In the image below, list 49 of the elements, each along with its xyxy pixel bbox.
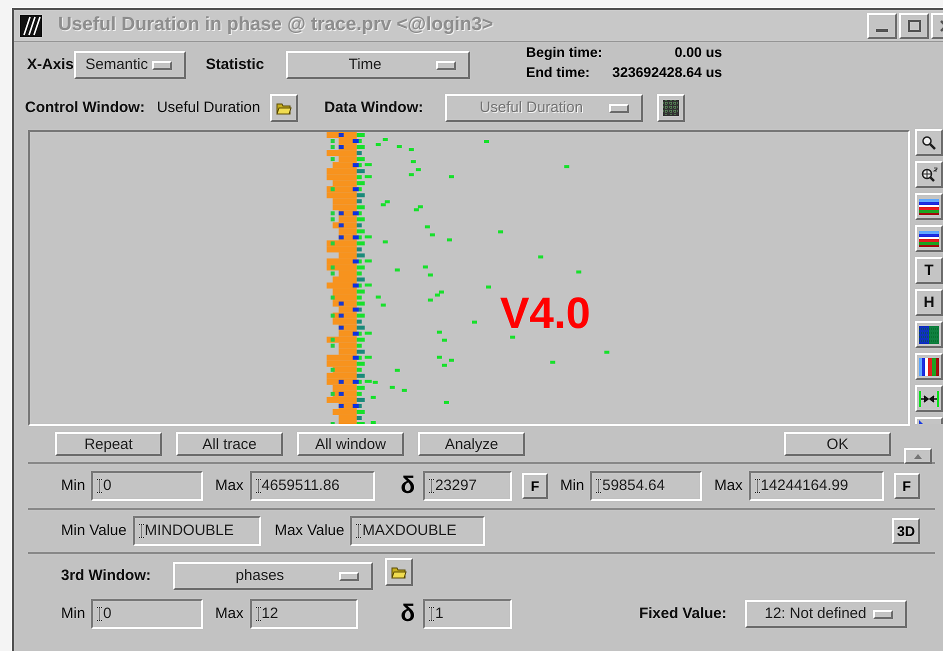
fixed-value-label: Fixed Value: — [639, 604, 727, 624]
data-window-label: Data Window: — [324, 98, 424, 118]
min-label: Min — [61, 604, 86, 624]
delta-field[interactable]: 1 — [423, 599, 512, 629]
x-axis-dropdown[interactable]: Semantic — [74, 51, 186, 79]
x-axis-label: X-Axis — [27, 54, 74, 75]
f-button[interactable]: F — [522, 473, 548, 499]
toolbar-button[interactable]: T — [915, 257, 943, 284]
fixed-value-dropdown[interactable]: 12: Not defined — [744, 600, 907, 628]
action-button[interactable]: Repeat — [55, 432, 162, 456]
max-field[interactable]: 4659511.86 — [250, 471, 375, 501]
min-field[interactable]: 0 — [91, 599, 204, 629]
min-label: Min — [61, 476, 86, 496]
begin-time-label: Begin time: — [526, 43, 602, 62]
window-title: Useful Duration in phase @ trace.prv <@login3> — [58, 13, 494, 38]
third-window-label: 3rd Window: — [61, 566, 151, 586]
max-field[interactable]: 12 — [250, 599, 358, 629]
statistic-label: Statistic — [206, 54, 264, 75]
control-window-value: Useful Duration — [156, 98, 260, 118]
version-overlay: V4.0 — [500, 292, 591, 336]
delta-label: δ — [400, 602, 416, 626]
control-window-label: Control Window: — [25, 98, 145, 118]
min-field[interactable]: 59854.64 — [590, 471, 702, 501]
max-value-field[interactable]: MAXDOUBLE — [350, 516, 486, 546]
min-label: Min — [560, 476, 584, 496]
min-field[interactable]: 0 — [91, 471, 204, 501]
letter-icon: T — [924, 263, 934, 278]
min-value-field[interactable]: MINDOUBLE — [132, 516, 261, 546]
f-button[interactable]: F — [894, 473, 920, 499]
letter-icon: H — [924, 295, 934, 310]
min-value-label: Min Value — [61, 520, 127, 541]
action-button[interactable]: All trace — [176, 432, 283, 456]
begin-time-value: 0.00 us — [674, 43, 722, 62]
max-field[interactable]: 14244164.99 — [748, 471, 884, 501]
end-time-label: End time: — [526, 63, 591, 82]
delta-label: δ — [400, 474, 416, 498]
statistic-dropdown[interactable]: Time — [286, 51, 470, 79]
action-button[interactable]: All window — [297, 432, 404, 456]
3d-button[interactable]: 3D — [892, 518, 920, 544]
max-value-label: Max Value — [274, 520, 344, 541]
toolbar-button[interactable]: H — [915, 289, 943, 316]
max-label: Max — [714, 476, 743, 496]
action-button[interactable]: Analyze — [418, 432, 525, 456]
delta-field[interactable]: 23297 — [423, 471, 512, 501]
max-label: Max — [215, 604, 244, 624]
end-time-value: 323692428.64 us — [612, 63, 722, 82]
third-window-dropdown[interactable]: phases — [172, 562, 373, 590]
max-label: Max — [215, 476, 244, 496]
ok-button[interactable]: OK — [784, 432, 891, 456]
